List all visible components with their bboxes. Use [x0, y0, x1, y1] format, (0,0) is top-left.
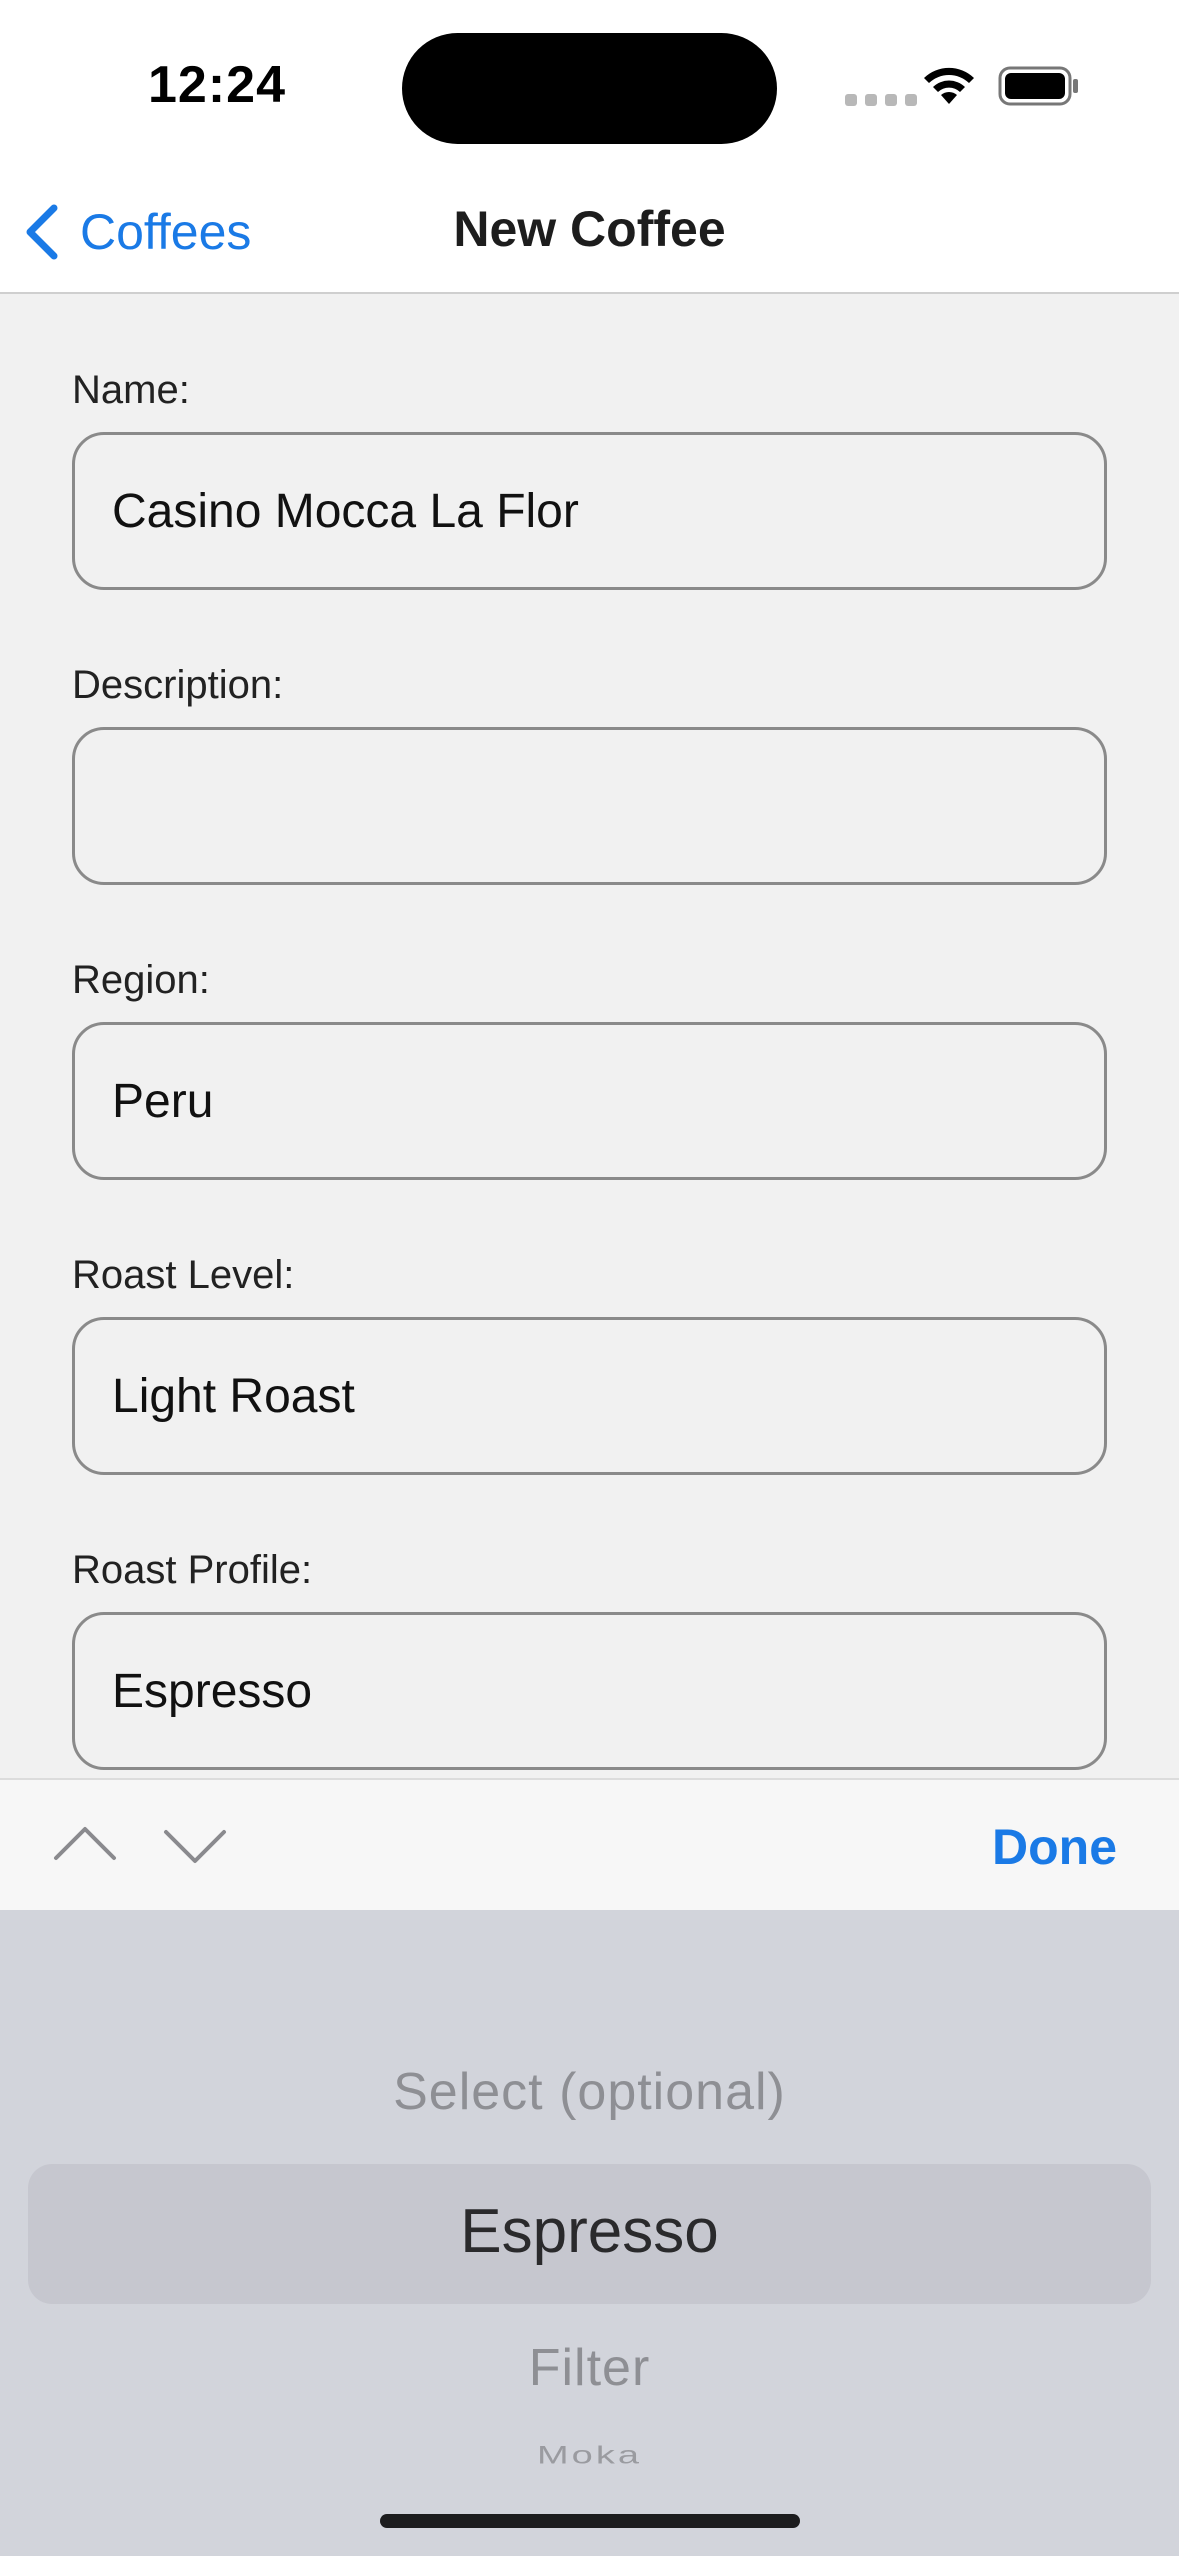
description-input[interactable]	[72, 727, 1107, 885]
wifi-icon	[924, 67, 974, 104]
navigation-bar: Coffees New Coffee	[0, 170, 1179, 294]
done-button[interactable]: Done	[992, 1818, 1117, 1876]
roast-level-input[interactable]: Light Roast	[72, 1317, 1107, 1475]
dynamic-island	[402, 33, 777, 144]
page-title: New Coffee	[453, 201, 726, 257]
name-field-group: Name: Casino Mocca La Flor	[72, 366, 1107, 590]
roast-level-field-group: Roast Level: Light Roast	[72, 1251, 1107, 1475]
input-accessory-toolbar: Done	[0, 1778, 1179, 1910]
name-label: Name:	[72, 368, 190, 412]
picker-option-espresso[interactable]: Espresso	[0, 2196, 1179, 2267]
chevron-down-icon[interactable]	[162, 1812, 228, 1878]
cellular-signal-icon	[845, 94, 917, 106]
description-label: Description:	[72, 663, 284, 707]
region-field-group: Region: Peru	[72, 956, 1107, 1180]
description-field-group: Description:	[72, 661, 1107, 885]
roast-profile-field-group: Roast Profile: Espresso	[72, 1546, 1107, 1770]
roast-level-label: Roast Level:	[72, 1253, 295, 1297]
region-input[interactable]: Peru	[72, 1022, 1107, 1180]
home-indicator[interactable]	[380, 2514, 800, 2528]
roast-profile-label: Roast Profile:	[72, 1548, 313, 1592]
picker-option-filter[interactable]: Filter	[0, 2338, 1179, 2398]
name-input[interactable]: Casino Mocca La Flor	[72, 432, 1107, 590]
region-label: Region:	[72, 958, 210, 1002]
picker-option-moka[interactable]: Moka	[0, 2442, 1179, 2470]
picker-option-select-optional[interactable]: Select (optional)	[0, 2062, 1179, 2122]
battery-icon	[998, 66, 1078, 106]
status-bar: 12:24	[0, 0, 1179, 170]
roast-profile-input[interactable]: Espresso	[72, 1612, 1107, 1770]
roast-profile-picker[interactable]: Select (optional) Espresso Filter Moka	[0, 1910, 1179, 2556]
chevron-up-icon[interactable]	[52, 1812, 118, 1878]
status-time: 12:24	[148, 56, 286, 114]
